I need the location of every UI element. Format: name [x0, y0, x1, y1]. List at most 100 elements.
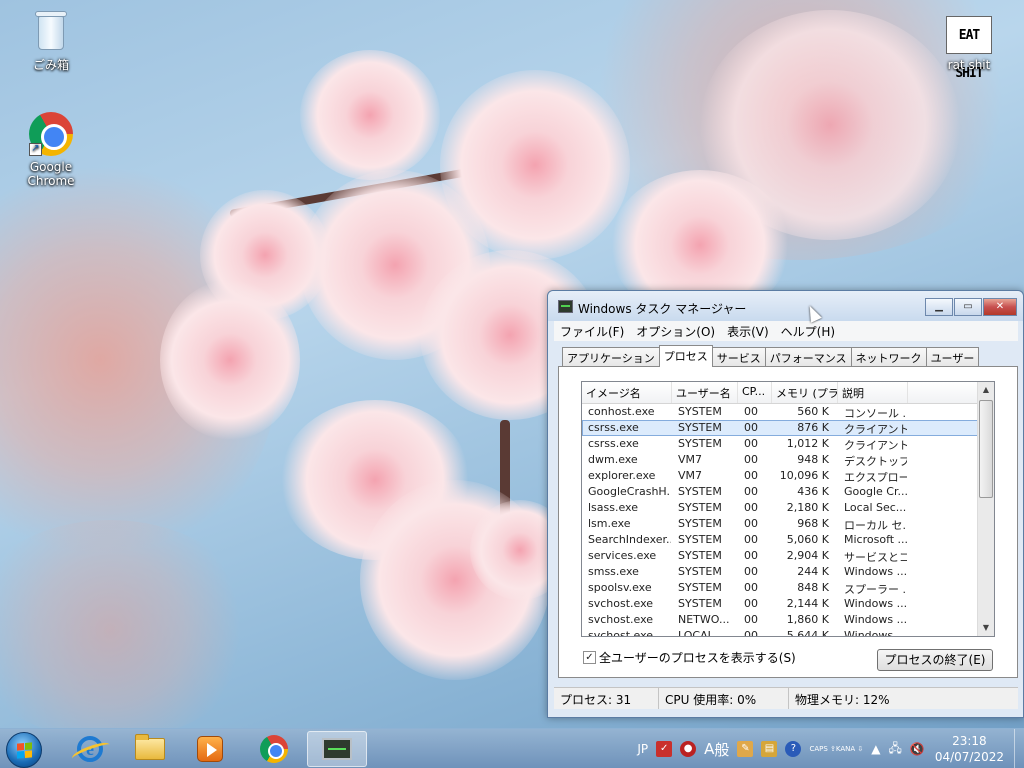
cell-cpu: 00 — [744, 581, 758, 594]
cell-image-name: csrss.exe — [588, 421, 639, 434]
taskbar-app-media-player[interactable] — [180, 731, 240, 767]
cell-image-name: explorer.exe — [588, 469, 656, 482]
chrome-icon — [260, 735, 288, 763]
ime-tools-icon[interactable]: ✎ — [737, 741, 754, 757]
cell-cpu: 00 — [744, 485, 758, 498]
menu-bar: ファイル(F) オプション(O) 表示(V) ヘルプ(H) — [554, 321, 1018, 341]
table-row[interactable]: dwm.exe VM7 00 948 K デスクトップ... — [582, 452, 994, 468]
show-all-users-option[interactable]: ✓ 全ユーザーのプロセスを表示する(S) — [583, 649, 796, 666]
ime-mode-indicator[interactable]: A 般 — [704, 739, 729, 760]
cell-description: デスクトップ... — [844, 455, 908, 468]
tab-services[interactable]: サービス — [711, 347, 766, 367]
windows-logo-icon — [17, 742, 32, 759]
folder-icon — [135, 734, 165, 760]
cell-user-name: SYSTEM — [678, 597, 722, 610]
table-row[interactable]: SearchIndexer... SYSTEM 00 5,060 K Microsoft… — [582, 532, 994, 548]
column-header-cpu[interactable]: CP... — [738, 382, 772, 403]
scrollbar-thumb[interactable] — [979, 400, 993, 498]
cell-image-name: svchost.exe — [588, 629, 654, 637]
tab-users[interactable]: ユーザー — [925, 347, 980, 367]
cell-description: Windows ... — [844, 613, 908, 626]
shortcut-arrow-icon: ↗ — [29, 143, 42, 156]
start-button[interactable] — [6, 732, 42, 768]
taskbar-app-chrome[interactable] — [244, 731, 304, 767]
volume-muted-icon[interactable]: 🔇 — [910, 742, 925, 756]
cell-user-name: SYSTEM — [678, 421, 722, 434]
table-row[interactable]: smss.exe SYSTEM 00 244 K Windows ... — [582, 564, 994, 580]
cell-user-name: SYSTEM — [678, 501, 722, 514]
close-button[interactable]: ✕ — [983, 298, 1017, 316]
ime-pad-icon[interactable]: ● — [680, 741, 697, 757]
table-row[interactable]: explorer.exe VM7 00 10,096 K エクスプロー... — [582, 468, 994, 484]
taskbar-app-task-manager[interactable] — [307, 731, 367, 767]
window-titlebar[interactable]: Windows タスク マネージャー ▁ ▭ ✕ — [548, 291, 1023, 321]
desktop-icon-recycle-bin[interactable]: ごみ箱 — [6, 8, 96, 73]
pdf-icon[interactable]: ✓ — [656, 741, 673, 757]
show-all-users-checkbox[interactable]: ✓ — [583, 651, 596, 664]
tab-applications[interactable]: アプリケーション — [562, 347, 660, 367]
desktop-icon-google-chrome[interactable]: ↗ Google Chrome — [6, 112, 96, 188]
tab-networking[interactable]: ネットワーク — [850, 347, 927, 367]
taskbar-app-internet-explorer[interactable]: e — [60, 731, 120, 767]
media-player-icon — [197, 736, 223, 762]
cell-description: コンソール ... — [844, 407, 908, 420]
cell-user-name: SYSTEM — [678, 549, 722, 562]
tab-performance[interactable]: パフォーマンス — [764, 347, 852, 367]
tab-processes[interactable]: プロセス — [658, 345, 713, 367]
minimize-button[interactable]: ▁ — [925, 298, 953, 316]
menu-file[interactable]: ファイル(F) — [554, 323, 630, 340]
clock-time: 23:18 — [952, 734, 987, 748]
table-row[interactable]: csrss.exe SYSTEM 00 1,012 K クライアント... — [582, 436, 994, 452]
table-row[interactable]: spoolsv.exe SYSTEM 00 848 K スプーラー ... — [582, 580, 994, 596]
table-row[interactable]: conhost.exe SYSTEM 00 560 K コンソール ... — [582, 404, 994, 420]
cell-memory: 2,180 K — [786, 501, 829, 514]
cell-cpu: 00 — [744, 501, 758, 514]
language-indicator[interactable]: JP — [637, 742, 648, 756]
table-row[interactable]: services.exe SYSTEM 00 2,904 K サービスとコ... — [582, 548, 994, 564]
status-processes: プロセス: 31 — [554, 688, 659, 709]
show-desktop-button[interactable] — [1014, 729, 1024, 768]
clock[interactable]: 23:18 04/07/2022 — [935, 733, 1004, 765]
cell-memory: 244 K — [797, 565, 829, 578]
cell-description: サービスとコ... — [844, 551, 908, 564]
column-header-user-name[interactable]: ユーザー名 — [672, 382, 738, 403]
cell-cpu: 00 — [744, 421, 758, 434]
network-icon[interactable]: 🖧 — [888, 739, 901, 760]
task-manager-icon — [322, 738, 352, 760]
table-row[interactable]: lsass.exe SYSTEM 00 2,180 K Local Sec... — [582, 500, 994, 516]
column-header-image-name[interactable]: イメージ名 — [582, 382, 672, 403]
menu-view[interactable]: 表示(V) — [721, 323, 775, 340]
cell-memory: 848 K — [797, 581, 829, 594]
cell-image-name: smss.exe — [588, 565, 639, 578]
menu-options[interactable]: オプション(O) — [630, 323, 721, 340]
column-header-memory[interactable]: メモリ (プラ... — [772, 382, 838, 403]
process-list[interactable]: イメージ名 ユーザー名 CP... メモリ (プラ... 説明 conhost.… — [581, 381, 995, 637]
show-hidden-icons-icon[interactable]: ▲ — [871, 742, 880, 756]
table-row[interactable]: csrss.exe SYSTEM 00 876 K クライアント... — [582, 420, 994, 436]
desktop-icon-label: rat shit — [947, 58, 991, 72]
cell-image-name: services.exe — [588, 549, 657, 562]
menu-help[interactable]: ヘルプ(H) — [775, 323, 841, 340]
ime-dictionary-icon[interactable]: ▤ — [761, 741, 778, 757]
desktop-icon-label: Google Chrome — [27, 160, 75, 188]
vertical-scrollbar[interactable]: ▲ ▼ — [977, 382, 994, 636]
column-header-description[interactable]: 説明 — [838, 382, 908, 403]
ime-mode-letter: A — [704, 740, 715, 758]
taskbar-app-explorer[interactable] — [120, 731, 180, 767]
table-row[interactable]: svchost.exe LOCAL ... 00 5,644 K Windows ... — [582, 628, 994, 637]
window-title: Windows タスク マネージャー — [578, 302, 747, 316]
scroll-up-arrow-icon[interactable]: ▲ — [978, 382, 994, 398]
table-row[interactable]: svchost.exe SYSTEM 00 2,144 K Windows ... — [582, 596, 994, 612]
cell-description: Windows ... — [844, 629, 908, 637]
scroll-down-arrow-icon[interactable]: ▼ — [978, 620, 994, 636]
end-process-button[interactable]: プロセスの終了(E) — [877, 649, 993, 671]
cell-image-name: csrss.exe — [588, 437, 639, 450]
desktop-icon-rat-shit[interactable]: EAT SHIT rat shit — [924, 16, 1014, 81]
table-row[interactable]: svchost.exe NETWO... 00 1,860 K Windows ... — [582, 612, 994, 628]
table-row[interactable]: lsm.exe SYSTEM 00 968 K ローカル セ... — [582, 516, 994, 532]
table-row[interactable]: GoogleCrashH... SYSTEM 00 436 K Google Cr... — [582, 484, 994, 500]
maximize-button[interactable]: ▭ — [954, 298, 982, 316]
cell-user-name: VM7 — [678, 453, 703, 466]
help-icon[interactable]: ? — [785, 741, 802, 757]
cell-description: クライアント... — [844, 439, 908, 452]
